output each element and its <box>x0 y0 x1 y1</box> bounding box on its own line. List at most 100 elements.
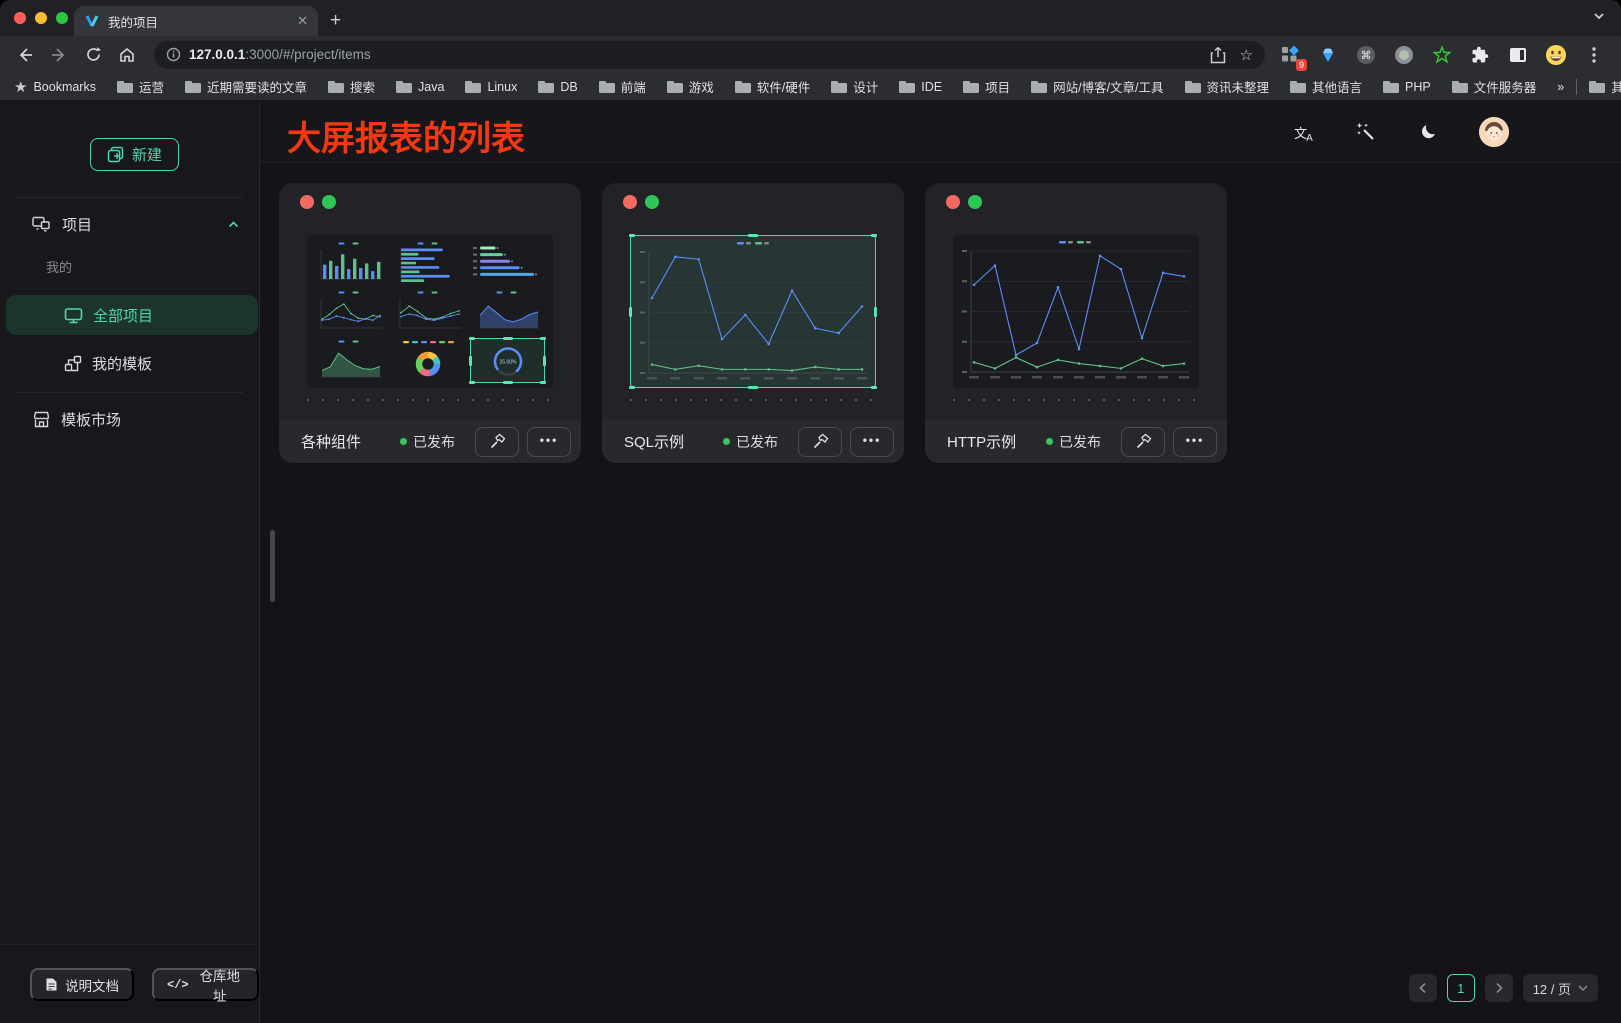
selection-handle[interactable] <box>748 234 758 237</box>
bookmark-folder[interactable]: 前端 <box>599 77 646 96</box>
bookmark-folder[interactable]: 游戏 <box>667 77 714 96</box>
bookmark-star-icon[interactable]: ☆ <box>1240 46 1253 64</box>
project-card-list: 25.00% 各种组件 已发布 ••• <box>279 183 1227 463</box>
tab-search-chevron-icon[interactable] <box>1593 12 1605 20</box>
extensions-row: 9 ⌘ <box>1277 42 1611 68</box>
project-thumbnail[interactable] <box>953 235 1199 388</box>
bookmark-folder[interactable]: 设计 <box>831 77 878 96</box>
selection-handle[interactable] <box>469 337 475 340</box>
selection-handle[interactable] <box>629 234 635 237</box>
edit-project-button[interactable] <box>1121 427 1165 457</box>
bookmark-folder-label: 前端 <box>621 77 646 96</box>
bookmarks-manager[interactable]: ★ Bookmarks <box>14 78 96 96</box>
tab-close-icon[interactable]: ✕ <box>297 13 308 29</box>
more-actions-button[interactable]: ••• <box>1173 427 1217 457</box>
language-toggle-button[interactable]: 文A <box>1293 121 1315 143</box>
address-bar[interactable]: 127.0.0.1:3000/#/project/items ☆ <box>154 41 1265 69</box>
project-thumbnail[interactable]: 25.00% <box>307 235 553 388</box>
forward-button[interactable] <box>44 40 74 70</box>
selection-handle[interactable] <box>503 381 513 384</box>
bookmark-folder[interactable]: IDE <box>899 80 942 94</box>
selection-handle[interactable] <box>540 337 546 340</box>
sidebar-item-my-templates[interactable]: 我的模板 <box>6 346 258 380</box>
project-thumbnail-selected-chart[interactable] <box>630 235 876 388</box>
selection-handle[interactable] <box>469 356 472 366</box>
more-actions-button[interactable]: ••• <box>850 427 894 457</box>
project-card[interactable]: SQL示例 已发布 ••• <box>602 183 904 463</box>
dotted-separator <box>307 399 557 401</box>
chevron-up-icon[interactable] <box>228 221 239 228</box>
other-bookmarks[interactable]: 其他书签 <box>1589 77 1621 96</box>
sidebar-item-all-projects[interactable]: 全部项目 <box>6 295 258 335</box>
bookmarks-overflow-chevron[interactable]: » <box>1557 80 1564 94</box>
close-window-button[interactable] <box>14 12 26 24</box>
project-name: SQL示例 <box>624 431 684 452</box>
status-dot <box>1046 438 1053 445</box>
extensions-puzzle-icon[interactable] <box>1467 42 1493 68</box>
project-card[interactable]: HTTP示例 已发布 ••• <box>925 183 1227 463</box>
selection-handle[interactable] <box>871 234 877 237</box>
bookmark-folder[interactable]: PHP <box>1383 80 1431 94</box>
more-actions-button[interactable]: ••• <box>527 427 571 457</box>
selection-handle[interactable] <box>540 381 546 384</box>
dark-mode-button[interactable] <box>1417 121 1439 143</box>
bookmark-folder[interactable]: 项目 <box>963 77 1010 96</box>
repo-button[interactable]: </> 仓库地址 <box>152 968 259 1001</box>
bookmark-folder-label: Linux <box>487 80 517 94</box>
home-button[interactable] <box>112 40 142 70</box>
share-icon[interactable] <box>1210 46 1226 64</box>
page-size-select[interactable]: 12 / 页 <box>1523 974 1598 1002</box>
selection-handle[interactable] <box>871 386 877 389</box>
extension-gem-icon[interactable] <box>1315 42 1341 68</box>
extension-grid-icon[interactable]: 9 <box>1277 42 1303 68</box>
bookmark-folder[interactable]: Linux <box>465 80 517 94</box>
card-green-dot <box>968 195 982 209</box>
bookmark-folder[interactable]: 软件/硬件 <box>735 77 810 96</box>
current-page-button[interactable]: 1 <box>1447 974 1475 1002</box>
selection-handle[interactable] <box>469 381 475 384</box>
bookmark-folder[interactable]: 运营 <box>117 77 164 96</box>
minimize-window-button[interactable] <box>35 12 47 24</box>
bookmark-folder[interactable]: 近期需要读的文章 <box>185 77 307 96</box>
extension-star-icon[interactable] <box>1429 42 1455 68</box>
selection-handle[interactable] <box>503 337 513 340</box>
extension-command-icon[interactable]: ⌘ <box>1353 42 1379 68</box>
bookmark-folder[interactable]: 网站/博客/文章/工具 <box>1031 77 1163 96</box>
selection-handle[interactable] <box>629 307 632 317</box>
prev-page-button[interactable] <box>1409 974 1437 1002</box>
theme-wand-button[interactable] <box>1355 121 1377 143</box>
selection-handle[interactable] <box>543 356 546 366</box>
bookmark-folder[interactable]: DB <box>538 80 577 94</box>
user-avatar[interactable] <box>1479 117 1509 147</box>
bookmark-folder[interactable]: 资讯未整理 <box>1185 77 1270 96</box>
zoom-window-button[interactable] <box>56 12 68 24</box>
profile-avatar-icon[interactable] <box>1543 42 1569 68</box>
docs-button[interactable]: 说明文档 <box>30 968 134 1001</box>
new-project-button[interactable]: 新建 <box>90 138 179 171</box>
sidebar-section-project[interactable]: 项目 <box>32 212 239 236</box>
edit-project-button[interactable] <box>475 427 519 457</box>
reload-button[interactable] <box>78 40 108 70</box>
edit-project-button[interactable] <box>798 427 842 457</box>
monitor-icon <box>64 307 83 324</box>
sidebar-item-template-market[interactable]: 模板市场 <box>0 402 260 436</box>
back-button[interactable] <box>10 40 40 70</box>
bookmark-folder[interactable]: 文件服务器 <box>1452 77 1537 96</box>
selection-handle[interactable] <box>874 307 877 317</box>
next-page-button[interactable] <box>1485 974 1513 1002</box>
new-tab-button[interactable]: + <box>330 8 341 34</box>
bookmark-folder[interactable]: 其他语言 <box>1290 77 1362 96</box>
project-card[interactable]: 25.00% 各种组件 已发布 ••• <box>279 183 581 463</box>
side-panel-icon[interactable] <box>1505 42 1531 68</box>
page-info-icon[interactable] <box>166 47 181 62</box>
browser-tab[interactable]: 我的项目 ✕ <box>74 6 318 36</box>
bookmark-folder[interactable]: Java <box>396 80 444 94</box>
browser-menu-icon[interactable] <box>1581 42 1607 68</box>
translate-icon: 文A <box>1294 123 1314 142</box>
bookmark-folder-label: 其他语言 <box>1312 77 1362 96</box>
content-scrollbar-thumb[interactable] <box>270 530 275 602</box>
extension-dot-icon[interactable] <box>1391 42 1417 68</box>
selection-handle[interactable] <box>629 386 635 389</box>
bookmark-folder[interactable]: 搜索 <box>328 77 375 96</box>
selection-handle[interactable] <box>748 386 758 389</box>
